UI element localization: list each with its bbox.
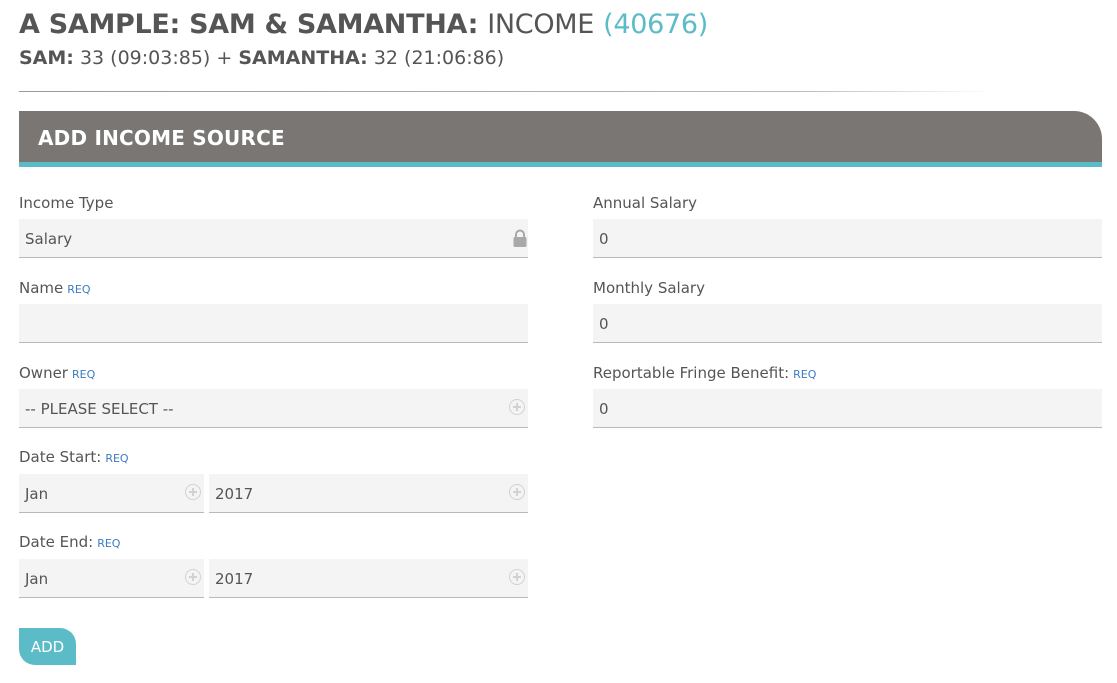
req-badge: REQ	[793, 368, 817, 381]
date-end-label: Date End: REQ	[19, 533, 120, 551]
date-end-year-value: 2017	[215, 570, 254, 588]
title-section: INCOME	[487, 9, 595, 40]
name-label-text: Name	[19, 279, 64, 297]
monthly-salary-label-text: Monthly Salary	[593, 279, 705, 297]
owner-label: Owner REQ	[19, 364, 95, 382]
plus-circle-icon	[509, 569, 525, 585]
name-label: Name REQ	[19, 279, 91, 297]
plus-circle-icon	[185, 569, 201, 585]
annual-salary-label: Annual Salary	[593, 194, 697, 212]
page-title: A SAMPLE: SAM & SAMANTHA: INCOME (40676)	[19, 9, 708, 40]
lock-icon	[513, 229, 527, 247]
plus-circle-icon	[509, 399, 525, 415]
person1-name: SAM:	[19, 47, 74, 69]
panel-header: ADD INCOME SOURCE	[19, 111, 1102, 167]
req-badge: REQ	[97, 537, 121, 550]
date-end-year-select[interactable]: 2017	[209, 559, 528, 598]
income-type-label-text: Income Type	[19, 194, 114, 212]
fringe-benefit-input[interactable]: 0	[593, 389, 1102, 428]
date-start-year-select[interactable]: 2017	[209, 474, 528, 513]
annual-salary-input[interactable]: 0	[593, 219, 1102, 258]
fringe-benefit-label-text: Reportable Fringe Benefit:	[593, 364, 790, 382]
income-type-field: Salary	[19, 219, 528, 258]
date-end-label-text: Date End:	[19, 533, 94, 551]
req-badge: REQ	[105, 452, 129, 465]
annual-salary-label-text: Annual Salary	[593, 194, 698, 212]
date-start-month-select[interactable]: Jan	[19, 474, 204, 513]
panel-title: ADD INCOME SOURCE	[38, 126, 285, 150]
date-start-year-value: 2017	[215, 485, 254, 503]
fringe-benefit-label: Reportable Fringe Benefit: REQ	[593, 364, 816, 382]
person1-detail: 33 (09:03:85)	[79, 47, 211, 69]
plus-separator: +	[216, 47, 233, 69]
date-start-month-value: Jan	[25, 485, 49, 503]
title-id: (40676)	[603, 9, 709, 40]
plus-circle-icon	[509, 484, 525, 500]
add-button[interactable]: ADD	[19, 628, 76, 665]
fringe-benefit-value: 0	[599, 400, 609, 418]
income-type-label: Income Type	[19, 194, 113, 212]
plus-circle-icon	[185, 484, 201, 500]
date-end-month-value: Jan	[25, 570, 49, 588]
title-client: A SAMPLE: SAM & SAMANTHA:	[19, 9, 479, 40]
client-summary: SAM: 33 (09:03:85) + SAMANTHA: 32 (21:06…	[19, 47, 504, 69]
date-start-label-text: Date Start:	[19, 448, 102, 466]
person2-detail: 32 (21:06:86)	[373, 47, 505, 69]
divider	[19, 91, 994, 92]
date-start-label: Date Start: REQ	[19, 448, 129, 466]
owner-label-text: Owner	[19, 364, 68, 382]
income-type-value: Salary	[25, 230, 73, 248]
owner-value: -- PLEASE SELECT --	[25, 400, 174, 418]
name-input[interactable]	[19, 304, 528, 343]
date-end-month-select[interactable]: Jan	[19, 559, 204, 598]
monthly-salary-input[interactable]: 0	[593, 304, 1102, 343]
monthly-salary-value: 0	[599, 315, 609, 333]
annual-salary-value: 0	[599, 230, 609, 248]
req-badge: REQ	[67, 283, 91, 296]
req-badge: REQ	[71, 368, 96, 381]
monthly-salary-label: Monthly Salary	[593, 279, 705, 297]
person2-name: SAMANTHA:	[238, 47, 368, 69]
owner-select[interactable]: -- PLEASE SELECT --	[19, 389, 528, 428]
